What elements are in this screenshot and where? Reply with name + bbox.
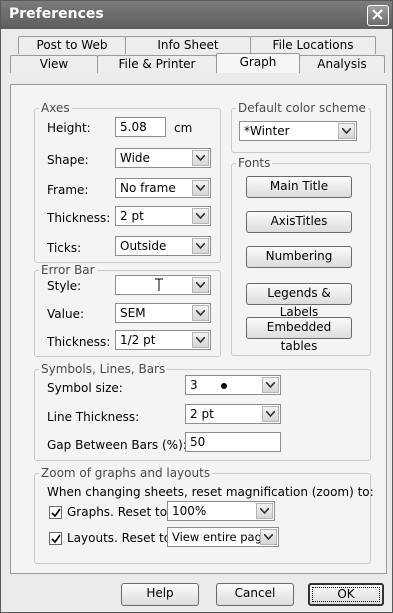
numbering-font-button[interactable]: Numbering [246,246,352,268]
main-title-font-button[interactable]: Main Title [246,176,352,198]
graphs-reset-checkbox[interactable] [49,506,62,519]
thickness-label: Thickness: [47,211,111,225]
error-value-select[interactable]: SEM [115,303,211,323]
error-bar-legend: Error Bar [41,263,95,277]
thickness-select[interactable]: 2 pt [115,206,211,226]
chevron-down-icon[interactable] [192,208,209,224]
chevron-down-icon[interactable] [192,180,209,196]
shape-select[interactable]: Wide [115,148,211,168]
tab-file-locations[interactable]: File Locations [250,36,376,54]
symbol-dot-icon [221,383,227,389]
layouts-reset-checkbox[interactable] [49,532,62,545]
error-style-select[interactable] [115,275,211,295]
graphs-zoom-select[interactable]: 100% [167,501,275,521]
tab-info-sheet[interactable]: Info Sheet [125,36,251,54]
window-title: Preferences [9,6,104,22]
symbol-size-select[interactable]: 3 [185,375,281,395]
embedded-tables-font-button[interactable]: Embedded tables [246,317,352,353]
tab-graph[interactable]: Graph [216,53,300,73]
chevron-down-icon[interactable] [262,377,279,393]
close-icon [372,9,383,20]
frame-select[interactable]: No frame [115,178,211,198]
line-thickness-select[interactable]: 2 pt [185,404,281,424]
chevron-down-icon[interactable] [192,332,209,348]
layouts-reset-label: Layouts. Reset to [67,531,172,545]
symbol-size-label: Symbol size: [47,381,123,395]
close-button[interactable] [367,5,389,26]
chevron-down-icon[interactable] [338,123,355,139]
legends-labels-font-button[interactable]: Legends & Labels [246,283,352,319]
tab-view[interactable]: View [10,55,98,73]
symbols-legend: Symbols, Lines, Bars [41,362,166,376]
ticks-select[interactable]: Outside [115,236,211,256]
tab-analysis[interactable]: Analysis [299,55,385,73]
color-scheme-select[interactable]: *Winter [239,121,357,141]
error-bar-style-icon [155,278,163,291]
axes-legend: Axes [41,101,70,115]
ticks-label: Ticks: [47,241,82,255]
zoom-description: When changing sheets, reset magnificatio… [47,485,374,499]
shape-label: Shape: [47,153,89,167]
preferences-dialog: Preferences Post to Web Info Sheet File … [0,0,393,613]
chevron-down-icon[interactable] [256,503,273,519]
layouts-zoom-select[interactable]: View entire page [167,527,279,547]
gap-input[interactable]: 50 [185,432,281,452]
frame-label: Frame: [47,183,89,197]
tab-post-to-web[interactable]: Post to Web [18,36,126,54]
help-button[interactable]: Help [121,583,199,606]
checkmark-icon [51,534,61,544]
chevron-down-icon[interactable] [192,238,209,254]
style-label: Style: [47,279,82,293]
error-thickness-select[interactable]: 1/2 pt [115,330,211,350]
height-input[interactable]: 5.08 [115,117,166,137]
gap-label: Gap Between Bars (%): [47,438,187,452]
title-bar: Preferences [1,1,392,29]
color-scheme-legend: Default color scheme [238,101,366,115]
ok-button[interactable]: OK [308,583,384,606]
line-thickness-label: Line Thickness: [47,410,140,424]
axis-titles-font-button[interactable]: AxisTitles [246,211,352,233]
graphs-reset-label: Graphs. Reset to [67,505,168,519]
height-unit: cm [174,121,193,135]
chevron-down-icon[interactable] [262,406,279,422]
checkmark-icon [51,508,61,518]
zoom-legend: Zoom of graphs and layouts [41,466,211,480]
height-label: Height: [47,121,91,135]
cancel-button[interactable]: Cancel [216,583,294,606]
chevron-down-icon[interactable] [192,150,209,166]
value-label: Value: [47,307,84,321]
tab-file-printer[interactable]: File & Printer [97,55,217,73]
chevron-down-icon[interactable] [260,529,277,545]
fonts-legend: Fonts [238,156,271,170]
chevron-down-icon[interactable] [192,277,209,293]
chevron-down-icon[interactable] [192,305,209,321]
error-thickness-label: Thickness: [47,335,111,349]
